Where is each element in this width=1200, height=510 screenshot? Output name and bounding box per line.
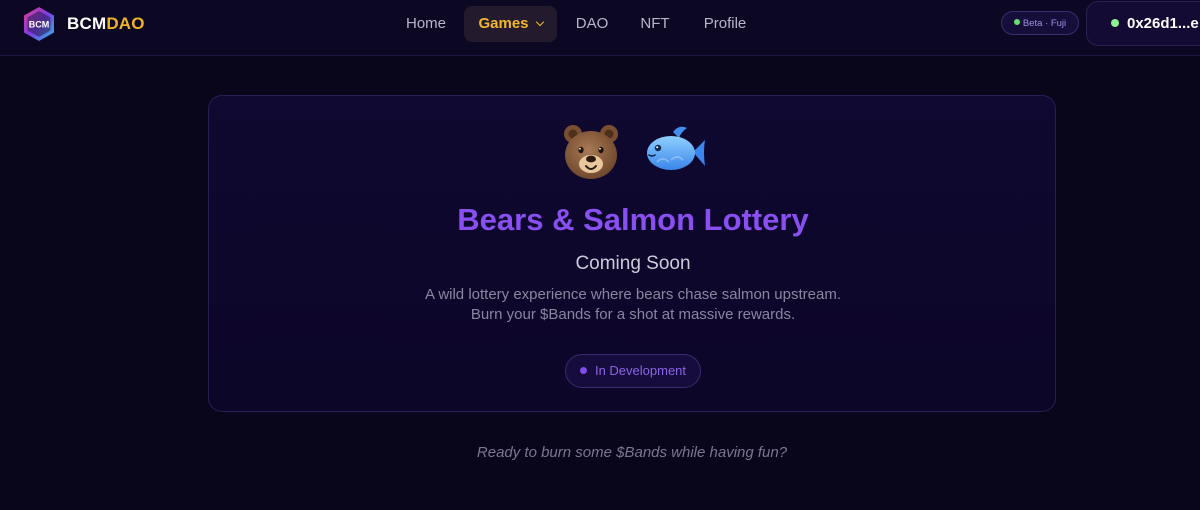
network-badge: Beta · Fuji xyxy=(1001,11,1079,35)
wallet-address: 0x26d1...e xyxy=(1127,15,1199,32)
game-title: Bears & Salmon Lottery xyxy=(457,202,809,237)
status-badge: In Development xyxy=(565,354,701,388)
nav-nft[interactable]: NFT xyxy=(633,6,677,42)
status-dot-icon xyxy=(579,367,587,374)
fish-emoji-icon xyxy=(647,126,706,170)
nav-games-label: Games xyxy=(478,15,529,32)
nav-games-dropdown[interactable]: Games xyxy=(464,6,557,42)
logo-text: BCM xyxy=(29,20,50,30)
brand-name-part1: BCM xyxy=(67,14,107,33)
nav-dao[interactable]: DAO xyxy=(570,6,614,42)
game-description-line-1: A wild lottery experience where bears ch… xyxy=(424,286,842,303)
network-status-dot-icon xyxy=(1013,19,1020,25)
nav-home[interactable]: Home xyxy=(398,6,454,42)
bear-emoji-icon xyxy=(563,125,618,179)
footer-tagline: Ready to burn some $Bands while having f… xyxy=(476,444,788,461)
network-label: Beta · Fuji xyxy=(1022,18,1067,29)
brand-name-part2: DAO xyxy=(106,14,145,33)
chevron-down-icon xyxy=(535,17,544,27)
game-card: Bears & Salmon Lottery Coming Soon A wil… xyxy=(208,95,1056,412)
game-description: A wild lottery experience where bears ch… xyxy=(209,285,1057,325)
status-label: In Development xyxy=(594,363,687,378)
bcm-logo-icon[interactable]: BCM xyxy=(22,6,56,42)
game-description-line-2: Burn your $Bands for a shot at massive r… xyxy=(470,306,796,323)
game-icons xyxy=(209,122,1057,182)
nav-profile[interactable]: Profile xyxy=(697,6,753,42)
wallet-button[interactable]: 0x26d1...e xyxy=(1086,1,1200,46)
top-navigation-bar: BCM BCMDAO Home Games DAO NFT Profile Be… xyxy=(0,0,1200,56)
game-subtitle: Coming Soon xyxy=(575,253,691,274)
brand-name[interactable]: BCMDAO xyxy=(67,14,145,34)
wallet-connected-dot-icon xyxy=(1111,19,1119,27)
